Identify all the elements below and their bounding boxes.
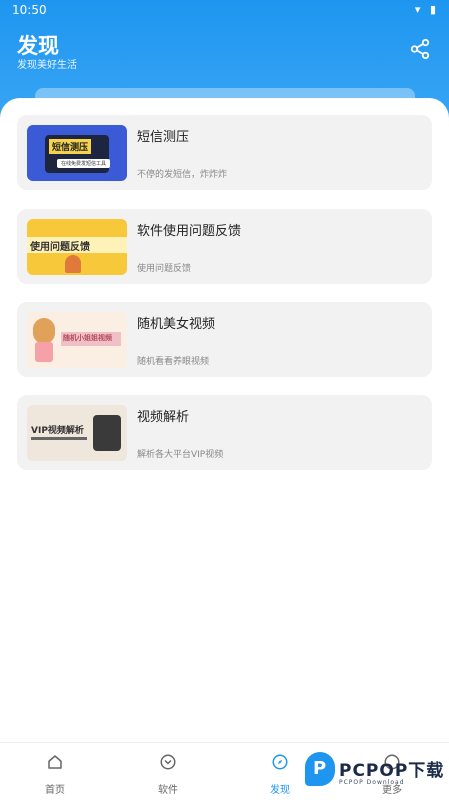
card-thumbnail: VIP视频解析 [27,405,127,461]
compass-icon [272,754,288,770]
tab-home[interactable]: 首页 [10,743,100,800]
tab-label: 首页 [45,785,65,796]
watermark-name: PCPOP下载 [339,761,445,781]
compass-clock-icon [160,754,176,770]
watermark-mark: P [305,752,335,786]
thumb-label: VIP视频解析 [31,426,84,436]
card-thumbnail: 随机小姐姐视频 [27,312,127,368]
card-feedback[interactable]: 使用问题反馈 软件使用问题反馈 使用问题反馈 [17,209,432,284]
status-time: 10:50 [12,3,47,17]
card-desc: 解析各大平台VIP视频 [137,450,224,460]
card-title: 视频解析 [137,410,190,425]
card-title: 短信测压 [137,130,190,145]
watermark-sub: PCPOP Download [339,779,405,786]
tab-label: 软件 [158,785,178,796]
home-icon [48,755,62,769]
tab-software[interactable]: 软件 [123,743,213,800]
card-desc: 不停的发短信，炸炸炸 [137,170,228,180]
page-subtitle: 发现美好生活 [17,60,77,71]
card-desc: 使用问题反馈 [137,264,192,274]
card-desc: 随机看看养眼视频 [137,357,210,367]
thumb-label: 使用问题反馈 [30,242,90,253]
card-thumbnail: 短信测压 在线免费发短信工具 [27,125,127,181]
card-video-parse[interactable]: VIP视频解析 视频解析 解析各大平台VIP视频 [17,395,432,470]
thumb-label: 短信测压 [49,139,92,154]
thumb-sub: 在线免费发短信工具 [57,159,111,168]
card-random-video[interactable]: 随机小姐姐视频 随机美女视频 随机看看养眼视频 [17,302,432,377]
card-title: 软件使用问题反馈 [137,224,242,239]
card-thumbnail: 使用问题反馈 [27,219,127,275]
share-icon[interactable] [409,38,431,60]
card-sms-test[interactable]: 短信测压 在线免费发短信工具 短信测压 不停的发短信，炸炸炸 [17,115,432,190]
watermark-logo: P PCPOP下载 PCPOP Download [305,752,445,792]
status-icons: ▾ ▮ [414,3,439,16]
card-title: 随机美女视频 [137,317,216,332]
watermark-letter: P [313,758,327,779]
status-bar: 10:50 ▾ ▮ [0,0,449,20]
thumb-label: 随机小姐姐视频 [63,334,112,342]
